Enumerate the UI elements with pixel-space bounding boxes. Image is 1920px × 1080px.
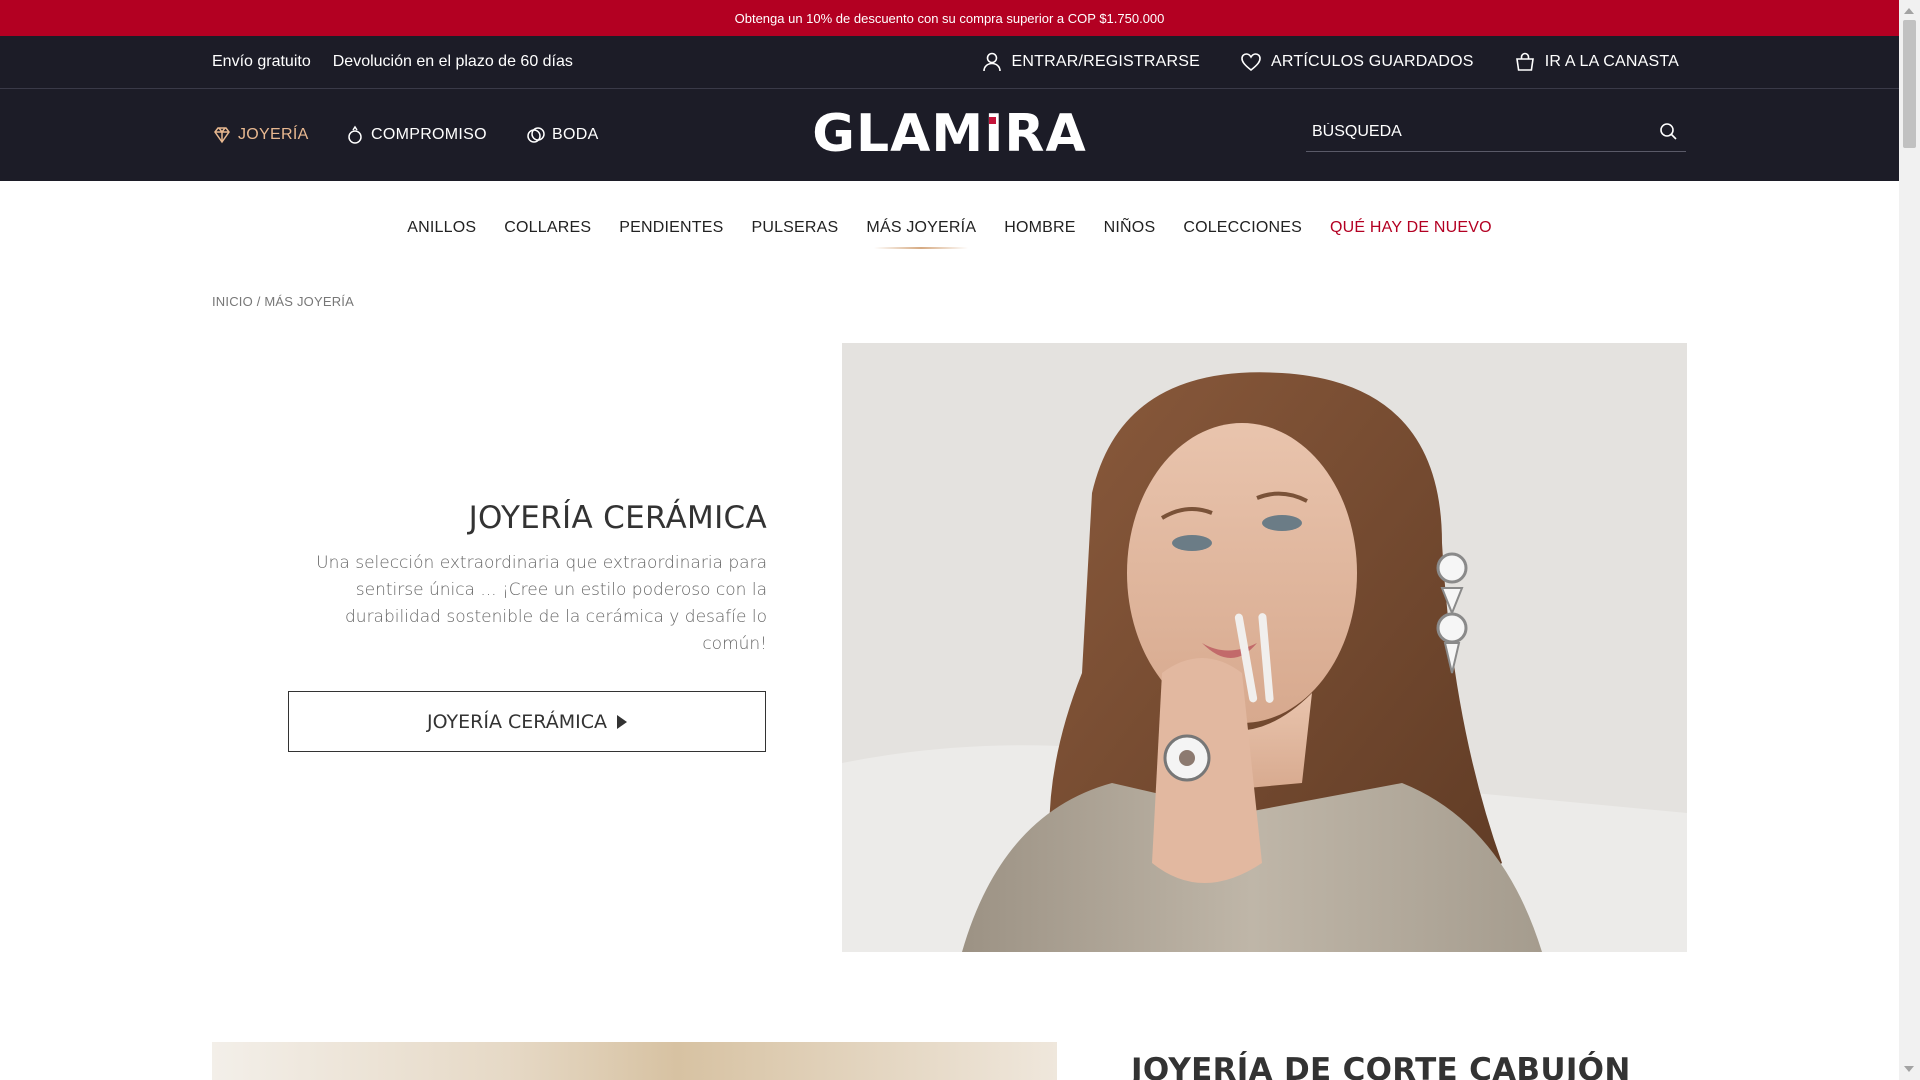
utility-bar: Envío gratuito Devolución en el plazo de… [0,36,1899,89]
nav-collections[interactable]: COLECCIONES [1183,219,1302,237]
vertical-scrollbar[interactable] [1899,0,1920,1080]
search-input[interactable] [1310,111,1634,153]
breadcrumb: INICIO / MÁS JOYERÍA [212,294,354,309]
logo-accent [989,117,996,124]
scroll-up-arrow[interactable] [1904,8,1914,14]
saved-items-label: ARTÍCULOS GUARDADOS [1271,53,1474,70]
nav-rings[interactable]: ANILLOS [407,219,476,237]
category-jewelry[interactable]: JOYERÍA [212,89,309,181]
wedding-rings-icon [527,127,545,143]
cart-link[interactable]: IR A LA CANASTA [1514,51,1679,73]
category-wedding-label: BODA [552,126,599,143]
hero-title: JOYERÍA CERÁMICA [468,500,767,536]
nav-earrings[interactable]: PENDIENTES [619,219,723,237]
nav-more-jewelry[interactable]: MÁS JOYERÍA [866,219,976,249]
category-engagement-label: COMPROMISO [371,126,487,143]
search-icon [1660,123,1677,140]
nav-kids[interactable]: NIÑOS [1104,219,1156,237]
category-engagement[interactable]: COMPROMISO [345,89,487,181]
cabochon-image[interactable] [212,1042,1057,1080]
cart-label: IR A LA CANASTA [1544,53,1679,70]
logo-text: GLAMIRA [812,104,1087,164]
diamond-icon [214,127,230,144]
site-logo[interactable]: GLAMIRA [812,103,1087,165]
user-icon [982,52,1001,72]
nav-necklaces[interactable]: COLLARES [504,219,591,237]
nav-bracelets[interactable]: PULSERAS [751,219,838,237]
breadcrumb-separator: / [252,294,265,309]
ceramic-jewelry-button[interactable]: JOYERÍA CERÁMICA [288,691,766,752]
nav-whats-new[interactable]: QUÉ HAY DE NUEVO [1330,219,1492,237]
search-button[interactable] [1658,121,1680,143]
login-label: ENTRAR/REGISTRARSE [1011,53,1201,70]
scrollbar-thumb[interactable] [1903,20,1916,148]
ring-icon [348,125,362,144]
nav-men[interactable]: HOMBRE [1004,219,1075,237]
model-illustration [842,343,1687,952]
category-jewelry-label: JOYERÍA [238,126,309,143]
hero-description: Una selección extraordinaria que extraor… [316,553,767,654]
promo-banner[interactable]: Obtenga un 10% de descuento con su compr… [0,0,1899,36]
shipping-link[interactable]: Envío gratuito [212,53,311,71]
heart-icon [1241,53,1261,72]
category-nav: ANILLOS COLLARES PENDIENTES PULSERAS MÁS… [0,181,1899,275]
login-link[interactable]: ENTRAR/REGISTRARSE [981,51,1201,73]
ceramic-jewelry-button-label: JOYERÍA CERÁMICA [427,710,607,733]
promo-text[interactable]: Obtenga un 10% de descuento con su compr… [735,11,1165,26]
returns-link[interactable]: Devolución en el plazo de 60 días [333,53,573,71]
page: Obtenga un 10% de descuento con su compr… [0,0,1899,1080]
scroll-down-arrow[interactable] [1904,1066,1914,1072]
breadcrumb-current: MÁS JOYERÍA [264,294,354,309]
play-arrow-icon [616,714,627,729]
breadcrumb-home[interactable]: INICIO [212,294,253,309]
category-wedding[interactable]: BODA [526,89,599,181]
hero-image[interactable] [842,343,1687,952]
saved-items-link[interactable]: ARTÍCULOS GUARDADOS [1240,51,1474,73]
cart-icon [1515,52,1534,71]
section2-title: JOYERÍA DE CORTE CABUJÓN [1131,1052,1631,1080]
main-header: JOYERÍA COMPROMISO BODA GLAMIRA [0,89,1899,181]
search-box [1306,111,1686,153]
hero-text: JOYERÍA CERÁMICA Una selección extraordi… [287,500,767,658]
